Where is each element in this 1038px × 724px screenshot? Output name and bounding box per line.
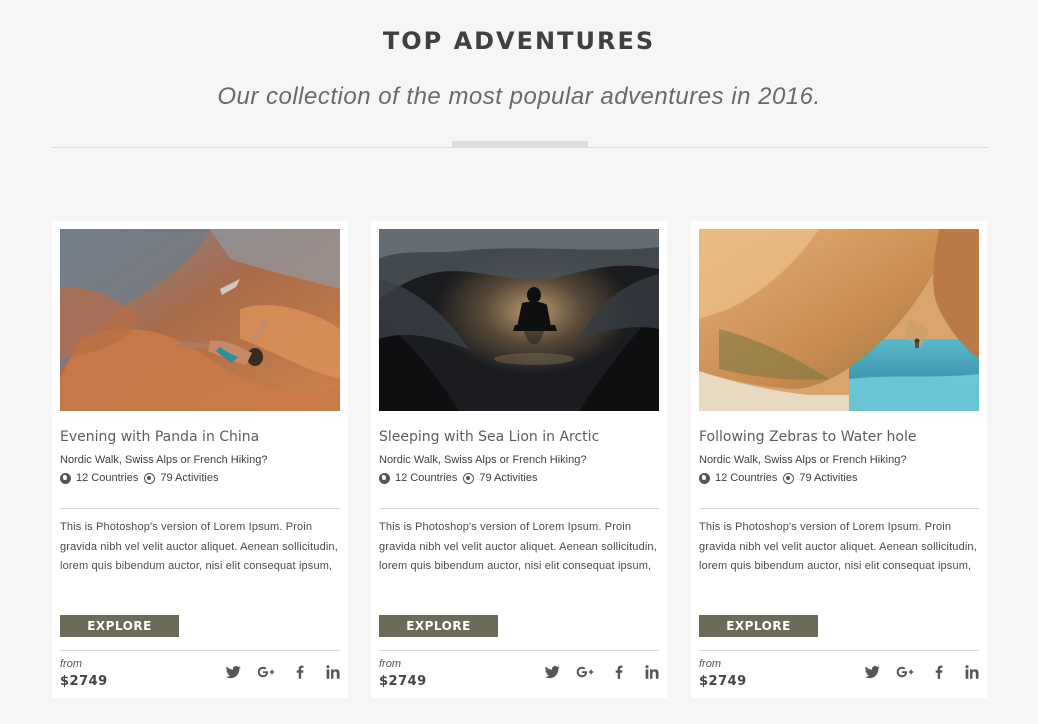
- adventure-card: Sleeping with Sea Lion in Arctic Nordic …: [371, 221, 667, 698]
- explore-button[interactable]: EXPLORE: [699, 615, 818, 637]
- activities-count: 79 Activities: [160, 472, 219, 484]
- countries-count: 12 Countries: [715, 472, 778, 484]
- card-divider: [60, 508, 340, 509]
- card-title[interactable]: Evening with Panda in China: [60, 429, 259, 445]
- twitter-icon[interactable]: [224, 663, 242, 681]
- activities-count: 79 Activities: [479, 472, 538, 484]
- section-divider-accent: [452, 141, 588, 148]
- card-description: This is Photoshop's version of Lorem Ips…: [699, 521, 977, 572]
- linkedin-icon[interactable]: [963, 663, 981, 681]
- countries-count: 12 Countries: [76, 472, 139, 484]
- card-meta: 12 Countries 79 Activities: [379, 472, 537, 484]
- twitter-icon[interactable]: [863, 663, 881, 681]
- card-divider: [699, 508, 979, 509]
- countries-count: 12 Countries: [395, 472, 458, 484]
- price: $2749: [699, 674, 747, 689]
- card-meta: 12 Countries 79 Activities: [60, 472, 218, 484]
- card-description: This is Photoshop's version of Lorem Ips…: [379, 521, 657, 572]
- from-label: from: [60, 658, 82, 670]
- card-meta: 12 Countries 79 Activities: [699, 472, 857, 484]
- card-divider: [379, 508, 659, 509]
- linkedin-icon[interactable]: [324, 663, 342, 681]
- card-footer-divider: [699, 650, 979, 651]
- section-title: TOP ADVENTURES: [382, 27, 656, 55]
- card-image-rock-climber[interactable]: [60, 229, 340, 411]
- explore-button[interactable]: EXPLORE: [60, 615, 179, 637]
- explore-button[interactable]: EXPLORE: [379, 615, 498, 637]
- card-title[interactable]: Sleeping with Sea Lion in Arctic: [379, 429, 599, 445]
- adventure-card: Following Zebras to Water hole Nordic Wa…: [691, 221, 987, 698]
- card-description: This is Photoshop's version of Lorem Ips…: [60, 521, 338, 572]
- google-plus-icon[interactable]: [576, 663, 594, 681]
- facebook-icon[interactable]: [610, 663, 628, 681]
- globe-icon: [379, 472, 390, 484]
- adventure-card: Evening with Panda in China Nordic Walk,…: [52, 221, 348, 698]
- activities-count: 79 Activities: [799, 472, 858, 484]
- section-subtitle: Our collection of the most popular adven…: [217, 83, 821, 110]
- price: $2749: [60, 674, 108, 689]
- linkedin-icon[interactable]: [643, 663, 661, 681]
- social-links: [224, 663, 342, 681]
- google-plus-icon[interactable]: [257, 663, 275, 681]
- from-label: from: [379, 658, 401, 670]
- google-plus-icon[interactable]: [896, 663, 914, 681]
- card-image-cave-explorer[interactable]: [379, 229, 659, 411]
- from-label: from: [699, 658, 721, 670]
- price: $2749: [379, 674, 427, 689]
- globe-icon: [60, 472, 71, 484]
- facebook-icon[interactable]: [291, 663, 309, 681]
- at-icon: [144, 472, 156, 484]
- at-icon: [783, 472, 795, 484]
- twitter-icon[interactable]: [543, 663, 561, 681]
- social-links: [543, 663, 661, 681]
- card-subtitle: Nordic Walk, Swiss Alps or French Hiking…: [60, 454, 268, 466]
- card-footer-divider: [60, 650, 340, 651]
- at-icon: [463, 472, 475, 484]
- card-subtitle: Nordic Walk, Swiss Alps or French Hiking…: [379, 454, 587, 466]
- facebook-icon[interactable]: [930, 663, 948, 681]
- globe-icon: [699, 472, 710, 484]
- card-title[interactable]: Following Zebras to Water hole: [699, 429, 916, 445]
- card-footer-divider: [379, 650, 659, 651]
- card-image-beach-boulders[interactable]: [699, 229, 979, 411]
- social-links: [863, 663, 981, 681]
- card-subtitle: Nordic Walk, Swiss Alps or French Hiking…: [699, 454, 907, 466]
